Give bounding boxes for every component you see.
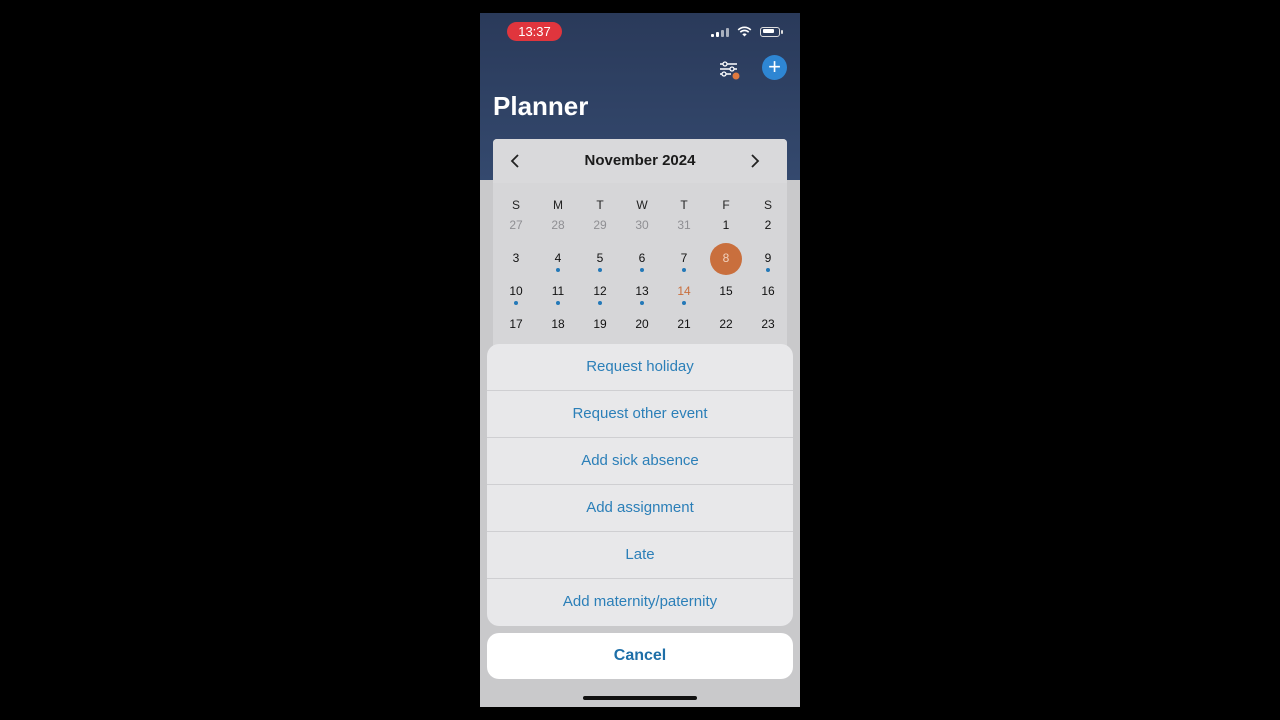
request-holiday-option[interactable]: Request holiday <box>487 344 793 391</box>
status-icons <box>711 26 783 37</box>
event-dot <box>556 268 560 272</box>
day-number: 3 <box>512 251 520 265</box>
day-number: 1 <box>722 218 730 232</box>
plus-icon: + <box>768 54 781 79</box>
day-number: 5 <box>596 251 604 265</box>
month-label: November 2024 <box>584 152 696 169</box>
day-number: 30 <box>635 218 649 232</box>
day-number: 11 <box>551 284 565 298</box>
calendar-day[interactable]: 21 <box>667 309 701 343</box>
day-number: 6 <box>638 251 646 265</box>
day-number: 8 <box>722 251 730 265</box>
day-number: 7 <box>680 251 688 265</box>
chevron-right-icon <box>751 154 760 168</box>
day-number: 9 <box>764 251 772 265</box>
day-number: 27 <box>509 218 523 232</box>
calendar-day[interactable]: 4 <box>541 243 575 277</box>
cellular-signal-icon <box>711 27 729 37</box>
calendar-day[interactable]: 23 <box>751 309 785 343</box>
calendar-day[interactable]: 3 <box>499 243 533 277</box>
day-number: 13 <box>635 284 649 298</box>
home-indicator <box>583 696 697 700</box>
sliders-icon <box>720 61 740 80</box>
filter-button[interactable] <box>717 58 741 82</box>
calendar-day[interactable]: 18 <box>541 309 575 343</box>
event-dot <box>556 301 560 305</box>
calendar-day[interactable]: 30 <box>625 210 659 244</box>
day-number: 21 <box>677 317 691 331</box>
day-number: 2 <box>764 218 772 232</box>
event-dot <box>598 268 602 272</box>
calendar-day[interactable]: 1 <box>709 210 743 244</box>
day-number: 17 <box>509 317 523 331</box>
add-sick-absence-option[interactable]: Add sick absence <box>487 438 793 485</box>
calendar-day[interactable]: 20 <box>625 309 659 343</box>
calendar-day[interactable]: 28 <box>541 210 575 244</box>
day-number: 31 <box>677 218 691 232</box>
calendar-day[interactable]: 13 <box>625 276 659 310</box>
calendar-day[interactable]: 15 <box>709 276 743 310</box>
day-number: 29 <box>593 218 607 232</box>
day-number: 14 <box>677 284 691 298</box>
month-calendar: November 2024 S M T W T F S 27 28 29 30 31 1 2 3 4 5 6 7 8 9… <box>493 139 787 359</box>
request-other-event-option[interactable]: Request other event <box>487 391 793 438</box>
event-dot <box>514 301 518 305</box>
cancel-button[interactable]: Cancel <box>487 633 793 679</box>
status-time: 13:37 <box>507 22 562 41</box>
add-assignment-option[interactable]: Add assignment <box>487 485 793 532</box>
calendar-day[interactable]: 22 <box>709 309 743 343</box>
day-number: 22 <box>719 317 733 331</box>
calendar-day[interactable]: 27 <box>499 210 533 244</box>
calendar-day[interactable]: 7 <box>667 243 701 277</box>
calendar-day[interactable]: 17 <box>499 309 533 343</box>
day-number: 4 <box>554 251 562 265</box>
calendar-day[interactable]: 19 <box>583 309 617 343</box>
event-dot <box>682 268 686 272</box>
late-option[interactable]: Late <box>487 532 793 579</box>
event-dot <box>682 301 686 305</box>
day-number: 18 <box>551 317 565 331</box>
action-sheet: Request holiday Request other event Add … <box>487 344 793 626</box>
day-number: 28 <box>551 218 565 232</box>
calendar-day[interactable]: 29 <box>583 210 617 244</box>
add-button[interactable]: + <box>762 55 787 80</box>
day-number: 10 <box>509 284 523 298</box>
next-month-button[interactable] <box>747 151 763 171</box>
day-number: 16 <box>761 284 775 298</box>
event-dot <box>640 301 644 305</box>
event-dot <box>766 268 770 272</box>
calendar-day-selected[interactable]: 8 <box>709 243 743 277</box>
page-title: Planner <box>493 91 589 121</box>
event-dot <box>640 268 644 272</box>
battery-icon <box>760 26 783 37</box>
day-number: 23 <box>761 317 775 331</box>
calendar-day[interactable]: 10 <box>499 276 533 310</box>
calendar-day[interactable]: 6 <box>625 243 659 277</box>
day-number: 12 <box>593 284 607 298</box>
calendar-day[interactable]: 2 <box>751 210 785 244</box>
calendar-header: November 2024 <box>493 139 787 183</box>
day-number: 20 <box>635 317 649 331</box>
calendar-day[interactable]: 12 <box>583 276 617 310</box>
day-number: 15 <box>719 284 733 298</box>
calendar-day[interactable]: 31 <box>667 210 701 244</box>
day-number: 19 <box>593 317 607 331</box>
calendar-day[interactable]: 11 <box>541 276 575 310</box>
calendar-day[interactable]: 16 <box>751 276 785 310</box>
add-maternity-paternity-option[interactable]: Add maternity/paternity <box>487 579 793 626</box>
calendar-day[interactable]: 14 <box>667 276 701 310</box>
calendar-day[interactable]: 5 <box>583 243 617 277</box>
phone-screen: 13:37 + Planner November 2024 S M T W T … <box>480 13 800 707</box>
calendar-day[interactable]: 9 <box>751 243 785 277</box>
wifi-icon <box>737 26 752 37</box>
event-dot <box>598 301 602 305</box>
